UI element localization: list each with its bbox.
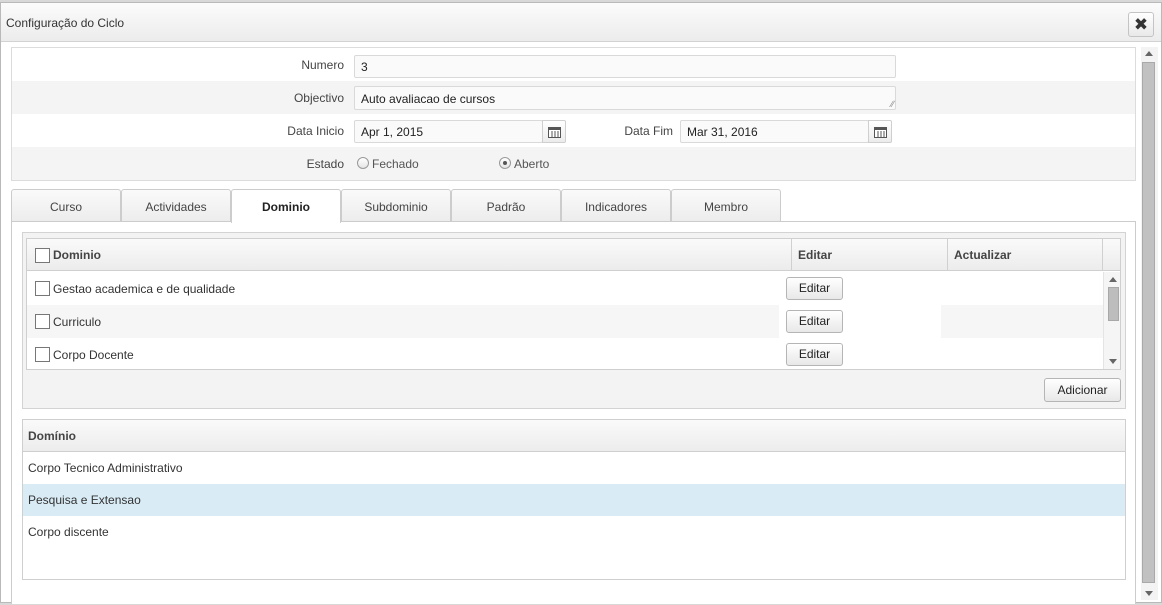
tab-subdominio[interactable]: Subdominio [341,189,451,222]
dominio-grid-panel: Dominio Editar Actualizar Gestao academi… [22,232,1126,409]
scroll-down-icon[interactable] [1109,359,1117,364]
objectivo-value: Auto avaliacao de cursos [361,92,496,106]
scroll-up-icon[interactable] [1145,51,1153,56]
scroll-down-icon[interactable] [1145,591,1153,596]
list-item[interactable]: Corpo Tecnico Administrativo [23,452,1125,484]
tab-padrao[interactable]: Padrão [451,189,561,222]
column-header-actualizar[interactable]: Actualizar [948,239,1103,271]
objectivo-row: Objectivo Auto avaliacao de cursos ∕∕ [12,81,1135,114]
scroll-up-icon[interactable] [1109,277,1117,282]
resize-grip-icon[interactable]: ∕∕ [891,99,894,109]
ciclo-form: Numero Objectivo Auto avaliacao de curso… [11,47,1136,181]
row-checkbox[interactable] [35,281,50,296]
calendar-icon[interactable] [542,120,566,143]
table-header: Dominio Editar Actualizar [27,239,1120,271]
table-row[interactable]: Corpo Docente Editar [27,338,1104,369]
row-dominio-name: Corpo Docente [53,348,134,362]
dialog-titlebar: Configuração do Ciclo ✖ [1,3,1161,42]
dominio-list: Domínio Corpo Tecnico Administrativo Pes… [22,419,1126,580]
data-inicio-label: Data Inicio [287,124,344,138]
numero-row: Numero [12,48,1135,81]
table-row[interactable]: Gestao academica e de qualidade Editar [27,272,1104,305]
row-dominio-name: Curriculo [53,315,102,329]
objectivo-textarea[interactable]: Auto avaliacao de cursos ∕∕ [354,86,896,110]
calendar-icon[interactable] [868,120,892,143]
dominio-table: Dominio Editar Actualizar Gestao academi… [26,238,1121,370]
estado-fechado-label: Fechado [372,157,419,171]
row-dominio-name: Gestao academica e de qualidade [53,282,236,296]
dominio-tab-panel: Dominio Editar Actualizar Gestao academi… [11,221,1136,604]
data-inicio-field[interactable] [354,120,543,143]
table-scrollbar[interactable] [1103,272,1120,369]
dialog-title: Configuração do Ciclo [6,16,125,30]
tab-indicadores[interactable]: Indicadores [561,189,671,222]
tab-dominio[interactable]: Dominio [231,189,341,223]
select-all-checkbox[interactable] [35,248,50,263]
configuracao-ciclo-dialog: Configuração do Ciclo ✖ Numero Objectivo… [0,2,1162,604]
list-item-selected[interactable]: Pesquisa e Extensao [23,484,1125,516]
editar-button[interactable]: Editar [786,310,843,333]
column-header-dominio[interactable]: Dominio [27,239,792,271]
estado-label: Estado [306,157,344,171]
datas-row: Data Inicio Data Fim [12,114,1135,147]
data-fim-label: Data Fim [624,124,673,138]
tab-curso[interactable]: Curso [11,189,121,222]
table-row[interactable]: Curriculo Editar [27,305,1104,338]
close-icon[interactable]: ✖ [1128,12,1154,37]
estado-row: Estado Fechado Aberto [12,147,1135,180]
adicionar-button[interactable]: Adicionar [1044,378,1121,402]
estado-aberto-label: Aberto [514,157,550,171]
row-checkbox[interactable] [35,347,50,362]
estado-fechado-radio[interactable] [357,157,369,169]
column-header-editar[interactable]: Editar [792,239,948,271]
tab-actividades[interactable]: Actividades [121,189,231,222]
estado-aberto-radio[interactable] [499,157,511,169]
tab-bar: Curso Actividades Dominio Subdominio Pad… [11,189,1136,223]
editar-button[interactable]: Editar [786,343,843,366]
list-item[interactable]: Corpo discente [23,516,1125,548]
data-fim-field[interactable] [680,120,869,143]
column-label: Dominio [53,248,101,262]
tab-membro[interactable]: Membro [671,189,781,222]
numero-field[interactable] [354,55,896,78]
numero-label: Numero [301,58,344,72]
dialog-content: Numero Objectivo Auto avaliacao de curso… [1,43,1161,604]
editar-button[interactable]: Editar [786,277,843,300]
row-checkbox[interactable] [35,314,50,329]
dialog-scrollbar[interactable] [1141,47,1158,600]
scrollbar-thumb[interactable] [1108,287,1119,321]
objectivo-label: Objectivo [293,91,344,105]
scrollbar-thumb[interactable] [1142,62,1155,583]
list-header: Domínio [23,420,1125,452]
